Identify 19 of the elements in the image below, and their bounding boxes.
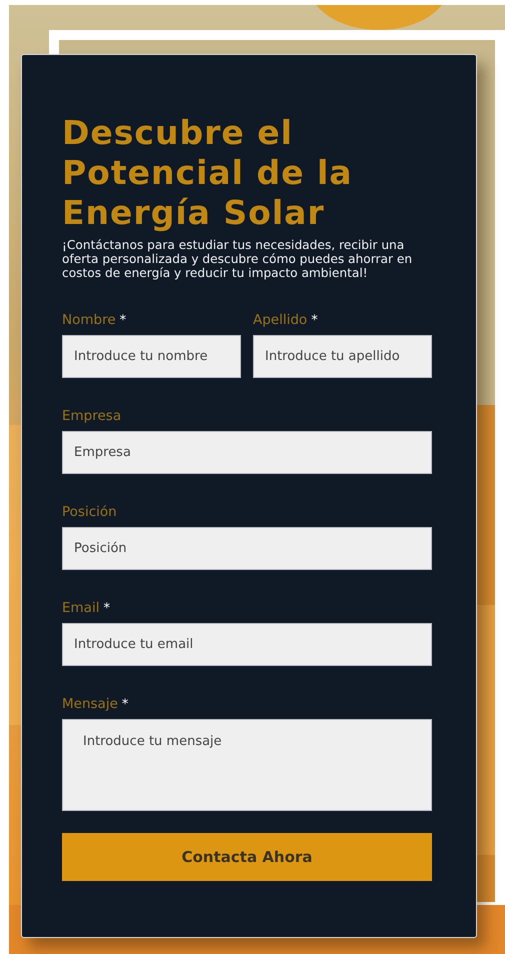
form-title: Descubre el Potencial de la Energía Solar — [62, 113, 354, 233]
field-label: Nombre — [62, 312, 116, 328]
field-label: Empresa — [62, 408, 122, 424]
required-mark: * — [120, 313, 126, 328]
form-description: ¡Contáctanos para estudiar tus necesidades, recibir una oferta personalizada y descubre cómo puedes ahorrar en costos de energía y reducir tu impacto ambiental! — [62, 238, 414, 280]
input-field[interactable]: Posición — [62, 527, 432, 570]
required-mark: * — [311, 313, 318, 328]
message-field[interactable]: Introduce tu mensaje — [62, 719, 432, 811]
submit-button[interactable]: Contacta Ahora — [62, 833, 432, 881]
input-field[interactable]: Introduce tu nombre — [62, 335, 241, 378]
field-label: Email — [62, 600, 100, 616]
field-label: Posición — [62, 504, 117, 520]
required-mark: * — [103, 601, 110, 616]
field-label: Mensaje — [62, 696, 118, 712]
required-mark: * — [122, 697, 128, 712]
input-field[interactable]: Empresa — [62, 431, 432, 474]
input-field[interactable]: Introduce tu apellido — [253, 335, 432, 378]
field-label: Apellido — [253, 312, 308, 328]
input-field[interactable]: Introduce tu email — [62, 623, 432, 666]
